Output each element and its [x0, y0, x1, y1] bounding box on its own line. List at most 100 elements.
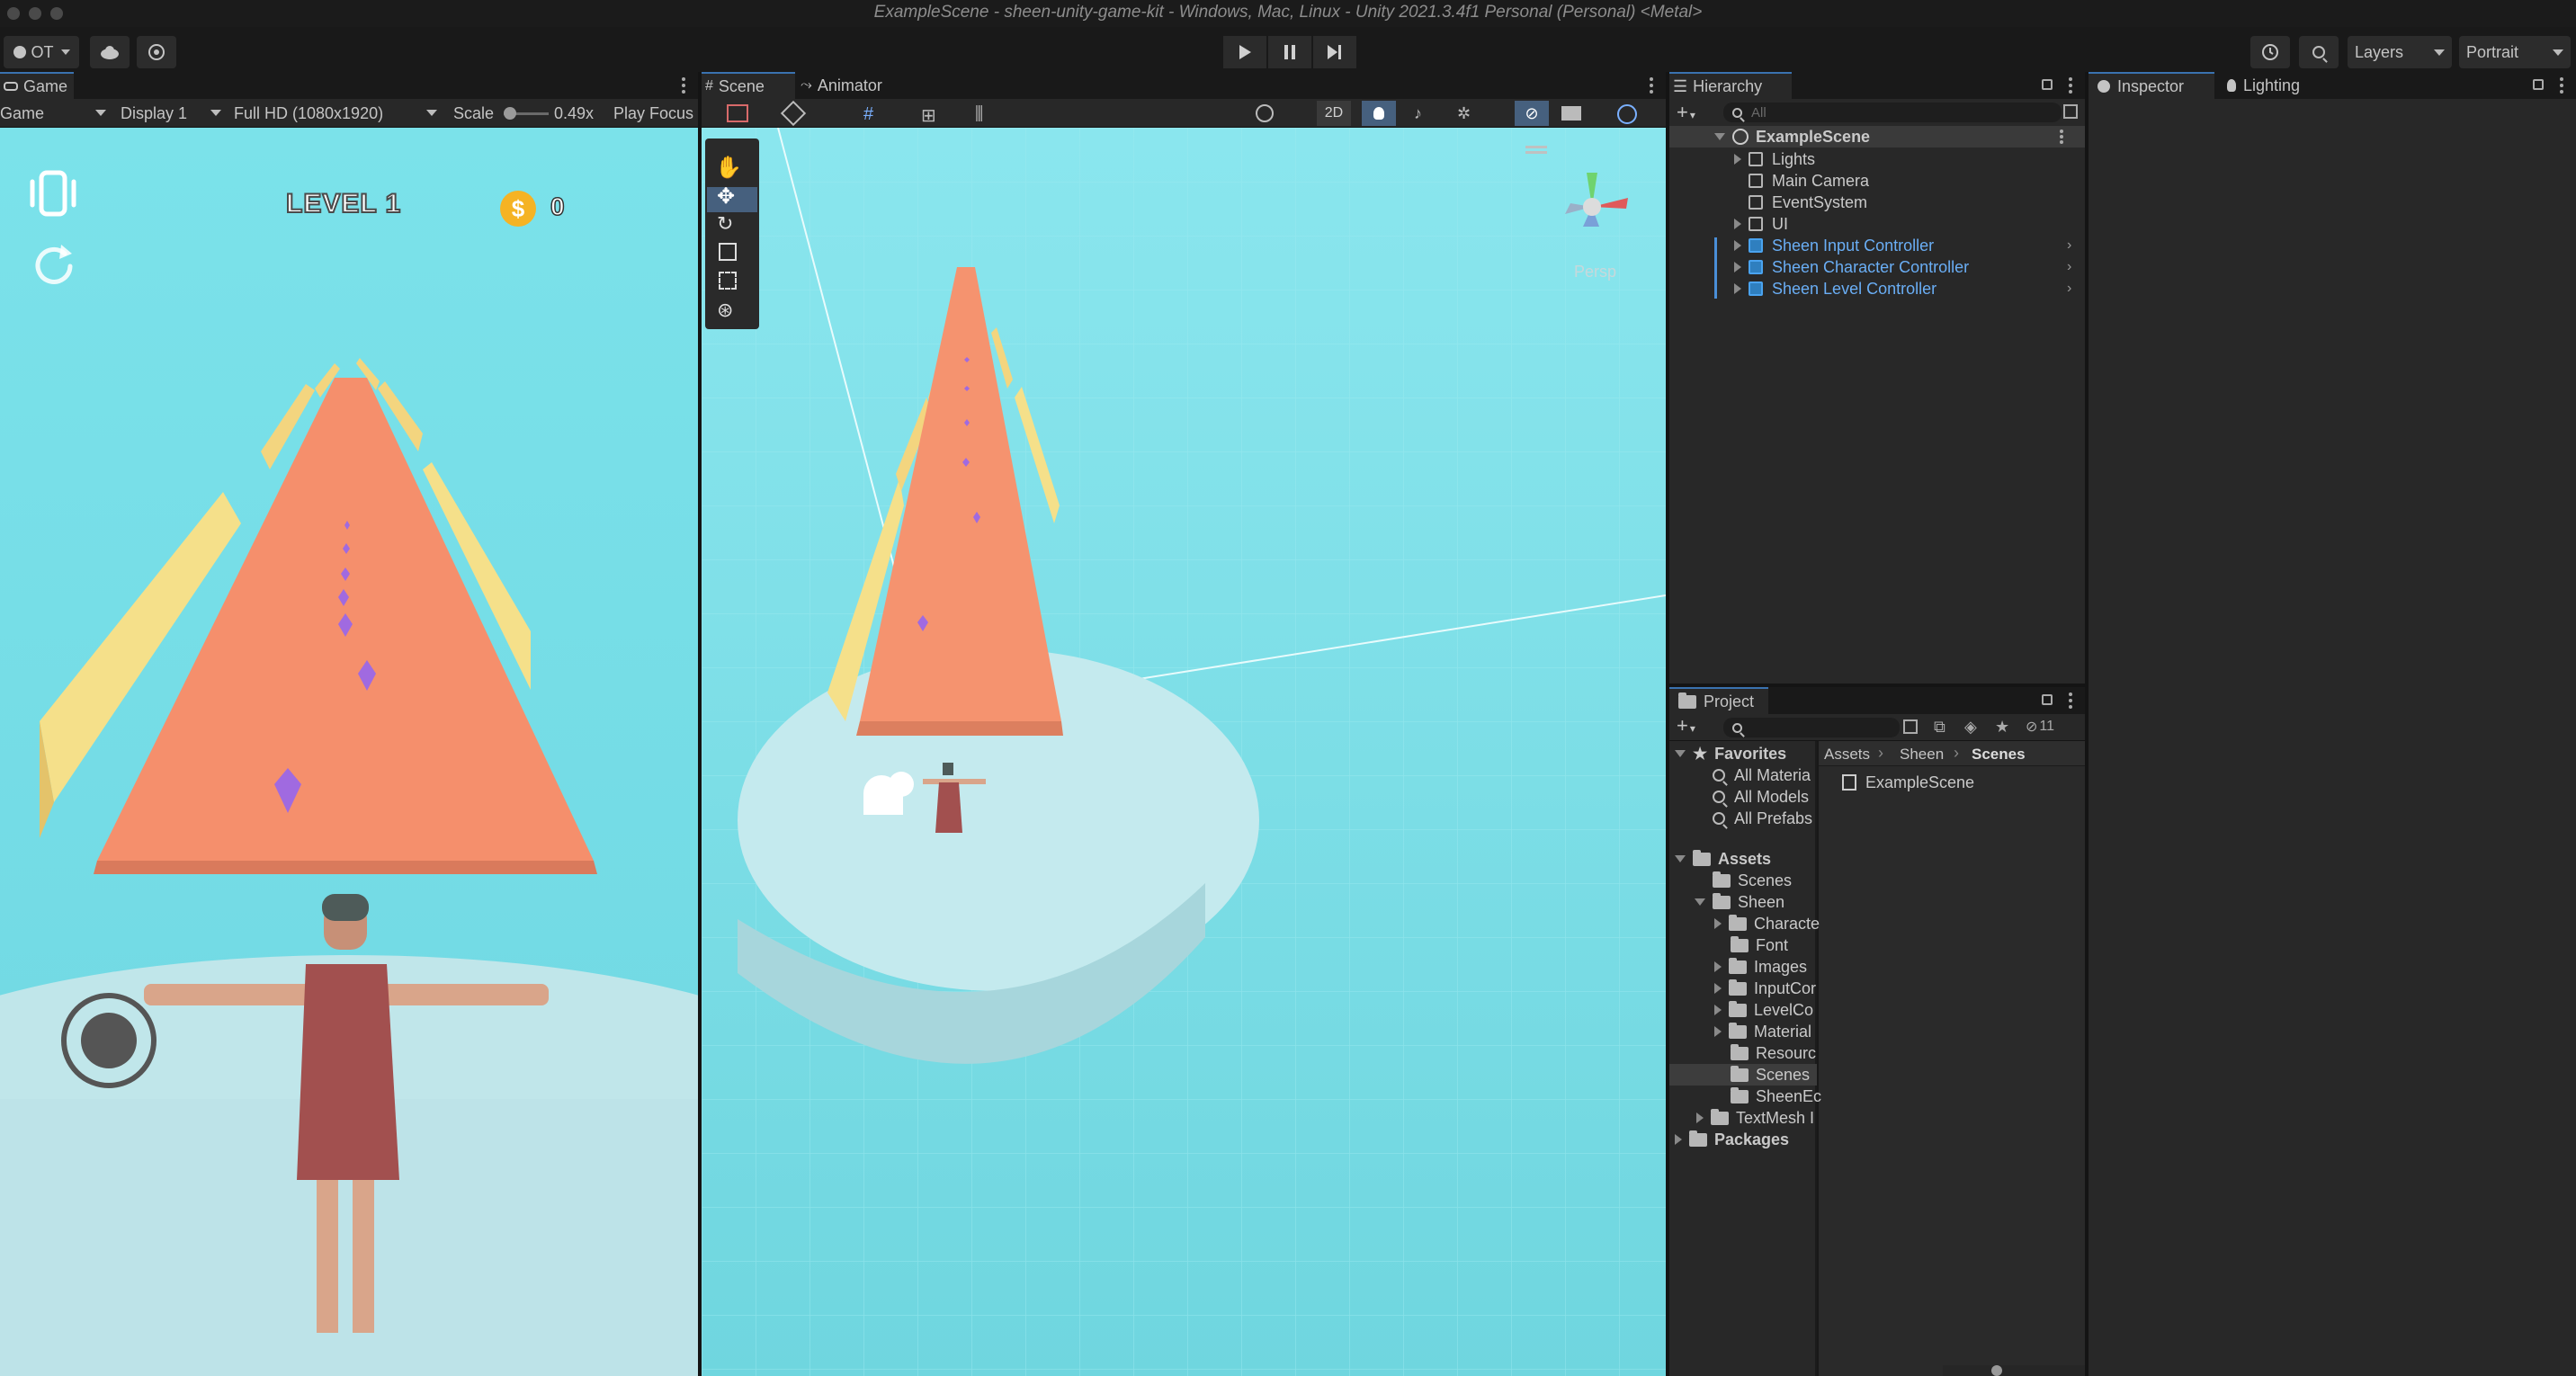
folder-item[interactable]: TextMesh I — [1696, 1107, 1814, 1129]
layout-dropdown[interactable]: Portrait — [2459, 36, 2571, 68]
panel-divider[interactable] — [1669, 684, 2085, 687]
hierarchy-item-sheen-input-controller[interactable]: Sheen Input Controller — [1734, 235, 1934, 256]
folder-item[interactable]: SheenEc — [1731, 1086, 1821, 1107]
lock-icon[interactable] — [2042, 694, 2053, 705]
favorite-star-icon[interactable]: ★ — [1995, 718, 2009, 737]
scene-menu-icon[interactable] — [2060, 130, 2063, 144]
breadcrumb-assets[interactable]: Assets — [1824, 746, 1870, 764]
filter-type-icon[interactable]: ⧉ — [1934, 718, 1945, 737]
scene-root[interactable]: ExampleScene — [1714, 126, 1870, 147]
panel-menu-icon[interactable] — [2069, 692, 2072, 709]
chevron-right-icon[interactable]: › — [2067, 281, 2071, 297]
toggle-2d-button[interactable]: 2D — [1317, 101, 1351, 126]
hierarchy-search-input[interactable]: All — [1723, 103, 2062, 122]
cloud-button[interactable] — [90, 36, 130, 68]
camera-icon[interactable] — [1561, 106, 1581, 121]
search-expand-icon[interactable] — [1903, 719, 1918, 734]
tab-hierarchy[interactable]: ☰ Hierarchy — [1669, 72, 1792, 99]
undo-history-button[interactable] — [2250, 36, 2290, 68]
filter-label-icon[interactable]: ◈ — [1964, 718, 1977, 737]
panel-menu-icon[interactable] — [1650, 77, 1653, 94]
folder-item-selected[interactable]: Scenes — [1731, 1064, 1810, 1086]
hierarchy-item-main-camera[interactable]: Main Camera — [1749, 170, 1869, 192]
folder-item[interactable]: InputCor — [1714, 978, 1816, 999]
panel-menu-icon[interactable] — [2560, 77, 2563, 94]
favorite-item[interactable]: All Prefabs — [1713, 808, 1812, 829]
shading-cube-icon[interactable] — [780, 100, 807, 127]
hierarchy-item-ui[interactable]: UI — [1734, 213, 1788, 235]
pause-button[interactable] — [1268, 36, 1311, 68]
joystick-handle[interactable] — [81, 1013, 137, 1068]
search-button[interactable] — [2299, 36, 2339, 68]
tab-scene[interactable]: # Scene — [702, 72, 795, 99]
tab-lighting[interactable]: Lighting — [2218, 72, 2326, 99]
rect-tool-icon[interactable] — [719, 272, 737, 290]
lighting-toggle[interactable] — [1362, 101, 1396, 126]
file-item-examplescene[interactable]: ExampleScene — [1842, 772, 1974, 793]
layers-dropdown[interactable]: Layers — [2348, 36, 2452, 68]
folder-item[interactable]: Material — [1714, 1021, 1811, 1042]
game-view-mode[interactable]: Game — [0, 104, 44, 123]
folder-item[interactable]: Images — [1714, 956, 1807, 978]
tab-game[interactable]: Game — [0, 72, 74, 99]
play-button[interactable] — [1223, 36, 1266, 68]
scale-slider[interactable] — [504, 107, 549, 120]
breadcrumb-scenes[interactable]: Scenes — [1972, 746, 2026, 764]
favorite-item[interactable]: All Materia — [1713, 764, 1811, 786]
breadcrumb-sheen[interactable]: Sheen — [1900, 746, 1944, 764]
icon-size-slider[interactable] — [1943, 1365, 2085, 1376]
sphere-toggle-icon[interactable] — [1256, 104, 1274, 122]
play-focus-dropdown[interactable]: Play Focus — [613, 104, 693, 123]
rotate-tool-icon[interactable]: ↻ — [717, 212, 733, 236]
project-search-input[interactable] — [1723, 718, 1900, 737]
favorite-item[interactable]: All Models — [1713, 786, 1809, 808]
move-tool-icon[interactable]: ✥ — [717, 183, 735, 210]
step-button[interactable] — [1313, 36, 1356, 68]
chevron-right-icon[interactable]: › — [2067, 259, 2071, 275]
display-dropdown[interactable]: Display 1 — [121, 104, 187, 123]
joystick[interactable] — [61, 993, 157, 1088]
chevron-right-icon[interactable]: › — [2067, 237, 2071, 254]
hierarchy-item-eventsystem[interactable]: EventSystem — [1749, 192, 1867, 213]
restart-icon[interactable] — [29, 237, 79, 288]
create-asset-button[interactable]: + ▾ — [1677, 714, 1695, 737]
panel-divider[interactable] — [2085, 72, 2089, 1376]
vibration-icon[interactable] — [22, 167, 85, 221]
collab-button[interactable] — [137, 36, 176, 68]
scene-viewport[interactable]: ✋ ✥ ↻ ⊛ Persp — [702, 128, 1666, 1376]
assets-root[interactable]: Assets — [1675, 848, 1771, 870]
favorites-section[interactable]: ★ Favorites — [1675, 743, 1786, 764]
visibility-toggle[interactable]: ⊘ — [1515, 101, 1549, 126]
effects-toggle-icon[interactable]: ✲ — [1457, 104, 1471, 123]
resolution-dropdown[interactable]: Full HD (1080x1920) — [234, 104, 383, 123]
increment-snap-icon[interactable]: ⫼ — [975, 104, 983, 125]
panel-divider[interactable] — [698, 72, 702, 1376]
lock-icon[interactable] — [2533, 79, 2544, 90]
grid-snap-icon[interactable]: # — [863, 104, 873, 125]
tab-animator[interactable]: ⤳ Animator — [797, 72, 905, 99]
folder-item[interactable]: LevelCo — [1714, 999, 1813, 1021]
snap-icon[interactable]: ⊞ — [921, 104, 936, 127]
transform-tool-icon[interactable]: ⊛ — [717, 299, 733, 322]
scale-tool-icon[interactable] — [719, 243, 737, 261]
tab-project[interactable]: Project — [1669, 687, 1768, 714]
audio-toggle-icon[interactable]: ♪ — [1414, 104, 1422, 123]
panel-menu-icon[interactable] — [2069, 77, 2072, 94]
hand-tool-icon[interactable]: ✋ — [715, 155, 742, 181]
game-viewport[interactable]: LEVEL 1 $ 0 — [0, 128, 698, 1376]
panel-divider[interactable] — [1666, 72, 1669, 1376]
folder-item[interactable]: Scenes — [1713, 870, 1792, 891]
gizmos-icon[interactable] — [1617, 104, 1637, 124]
panel-menu-icon[interactable] — [682, 77, 685, 94]
scale-slider-handle[interactable] — [504, 107, 516, 120]
draw-mode-icon[interactable] — [727, 104, 748, 122]
packages-root[interactable]: Packages — [1675, 1129, 1789, 1150]
folder-item[interactable]: Characte — [1714, 913, 1820, 934]
folder-item[interactable]: Font — [1731, 934, 1788, 956]
projection-label[interactable]: Persp — [1574, 263, 1616, 281]
hidden-packages-toggle[interactable]: ⊘ 11 — [2026, 718, 2054, 736]
folder-item[interactable]: Sheen — [1695, 891, 1784, 913]
tab-inspector[interactable]: Inspector — [2089, 72, 2214, 99]
hierarchy-item-sheen-level-controller[interactable]: Sheen Level Controller — [1734, 278, 1936, 299]
account-dropdown[interactable]: OT — [4, 36, 79, 68]
